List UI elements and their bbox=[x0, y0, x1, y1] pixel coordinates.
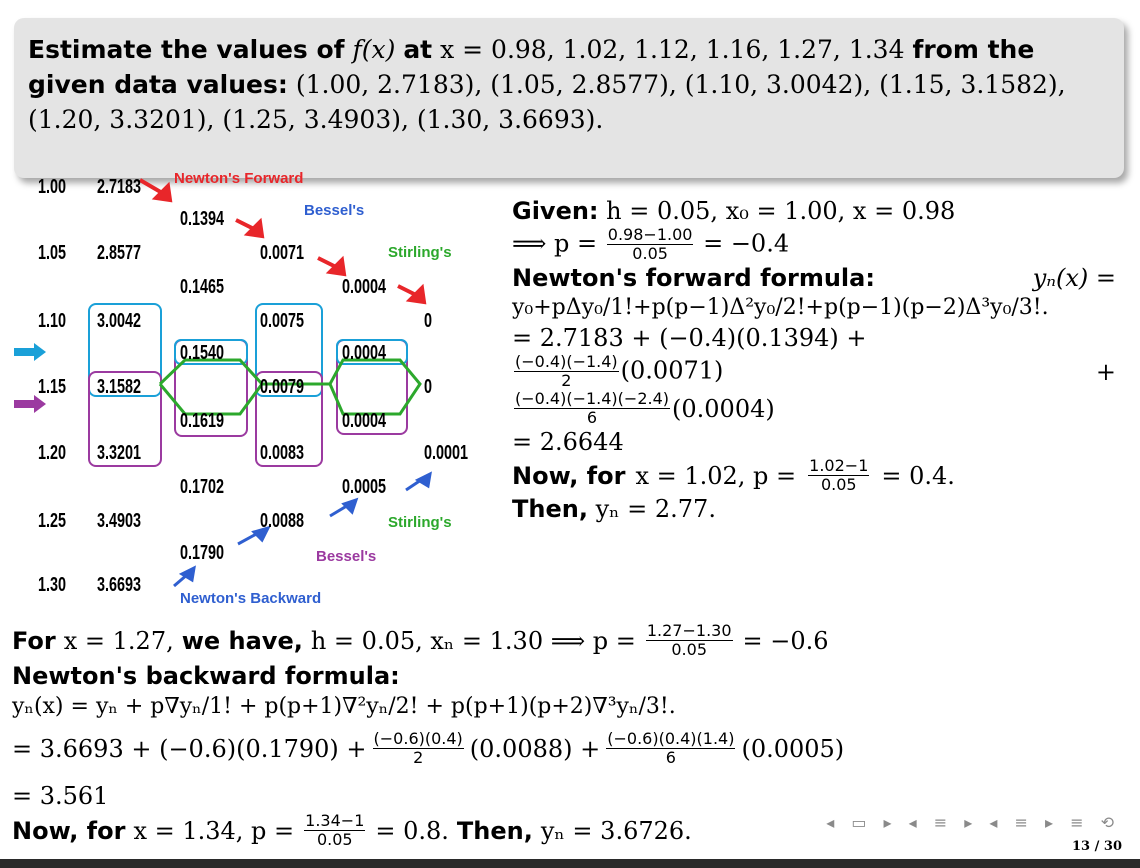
x-value: 1.30 bbox=[38, 574, 67, 596]
y-value: 2.7183 bbox=[97, 176, 142, 198]
stirling-top-label: Stirling's bbox=[388, 244, 452, 261]
substitution-line-1: = 2.7183 + (−0.4)(0.1394) + bbox=[512, 324, 867, 352]
backward-for-line: For x = 1.27, we have, h = 0.05, xₙ = 1.… bbox=[12, 621, 829, 659]
x-value: 1.25 bbox=[38, 510, 67, 532]
diff1-value: 0.1465 bbox=[180, 276, 225, 298]
backward-formula: yₙ(x) = yₙ + p∇yₙ/1! + p(p+1)∇²yₙ/2! + p… bbox=[12, 694, 676, 719]
x-value: 1.00 bbox=[38, 176, 67, 198]
diff2-value: 0.0088 bbox=[260, 510, 305, 532]
now-line: Now, for x = 1.02, p = 1.02−1 0.05 = 0.4. bbox=[512, 456, 955, 494]
diff4-value: 0 bbox=[424, 376, 433, 398]
y-value: 3.4903 bbox=[97, 510, 142, 532]
diff4-value: 0 bbox=[424, 310, 433, 332]
forward-solution: Given: h = 0.05, x₀ = 1.00, x = 0.98 ⟹ p… bbox=[512, 196, 1116, 524]
y-value: 3.6693 bbox=[97, 574, 142, 596]
footer-bar bbox=[0, 859, 1140, 868]
page-number: 13 / 30 bbox=[1072, 839, 1122, 854]
cyan-arrow bbox=[14, 343, 46, 361]
forward-formula-heading: Newton's forward formula: yₙ(x) = bbox=[512, 264, 1116, 292]
diff2-value: 0.0083 bbox=[260, 442, 305, 464]
diff2-value: 0.0071 bbox=[260, 242, 305, 264]
bessel-bottom-label: Bessel's bbox=[316, 548, 377, 565]
p-line: ⟹ p = 0.98−1.00 0.05 = −0.4 bbox=[512, 225, 790, 263]
backward-result: = 3.561 bbox=[12, 782, 109, 810]
diff1-value: 0.1540 bbox=[180, 342, 225, 364]
problem-block: Estimate the values of f(x) at x = 0.98,… bbox=[14, 18, 1124, 178]
y-value: 2.8577 bbox=[97, 242, 142, 264]
diff2-value: 0.0075 bbox=[260, 310, 305, 332]
p-fraction: 0.98−1.00 0.05 bbox=[606, 225, 694, 263]
then-line: Then, yₙ = 2.77. bbox=[512, 495, 716, 523]
diff1-value: 0.1394 bbox=[180, 208, 225, 230]
backward-now-line: Now, for x = 1.34, p = 1.34−1 0.05 = 0.8.… bbox=[12, 811, 692, 849]
diff1-value: 0.1790 bbox=[180, 542, 225, 564]
newton-backward-label: Newton's Backward bbox=[180, 590, 322, 607]
stirling-bottom-label: Stirling's bbox=[388, 514, 452, 531]
difference-table: 1.00 1.05 1.10 1.15 1.20 1.25 1.30 2.718… bbox=[0, 170, 490, 610]
newton-forward-label: Newton's Forward bbox=[174, 170, 304, 187]
diff4-value: 0.0001 bbox=[424, 442, 469, 464]
x-value: 1.20 bbox=[38, 442, 67, 464]
x-value: 1.05 bbox=[38, 242, 67, 264]
substitution-line-2: (−0.4)(−1.4) 2 (0.0071) + bbox=[514, 352, 1116, 390]
forward-formula: y₀+pΔy₀/1!+p(p−1)Δ²y₀/2!+p(p−1)(p−2)Δ³y₀… bbox=[512, 295, 1049, 320]
bessel-top-label: Bessel's bbox=[304, 202, 365, 219]
table-graphics bbox=[14, 178, 432, 588]
substitution-line-3: (−0.4)(−1.4)(−2.4) 6 (0.0004) bbox=[514, 389, 775, 427]
diff3-value: 0.0004 bbox=[342, 410, 387, 432]
diff1-value: 0.1702 bbox=[180, 476, 225, 498]
y-value: 3.1582 bbox=[97, 376, 142, 398]
diff3-value: 0.0004 bbox=[342, 276, 387, 298]
backward-substitution: = 3.6693 + (−0.6)(0.1790) + (−0.6)(0.4) 2… bbox=[12, 729, 845, 767]
y-value: 3.3201 bbox=[97, 442, 142, 464]
diff2-value: 0.0079 bbox=[260, 376, 305, 398]
x-value: 1.10 bbox=[38, 310, 67, 332]
problem-text: Estimate the values of f(x) at x = 0.98,… bbox=[28, 35, 1066, 134]
given-line: Given: h = 0.05, x₀ = 1.00, x = 0.98 bbox=[512, 197, 956, 225]
backward-formula-heading: Newton's backward formula: bbox=[12, 662, 400, 690]
diff3-value: 0.0005 bbox=[342, 476, 387, 498]
diff3-value: 0.0004 bbox=[342, 342, 387, 364]
x-value: 1.15 bbox=[38, 376, 67, 398]
forward-result: = 2.6644 bbox=[512, 428, 624, 456]
y-value: 3.0042 bbox=[97, 310, 142, 332]
diff1-value: 0.1619 bbox=[180, 410, 225, 432]
beamer-navigation-icons[interactable]: ◂ ▭ ▸ ◂ ≡ ▸ ◂ ≡ ▸ ≡ ⟲ bbox=[826, 813, 1120, 832]
